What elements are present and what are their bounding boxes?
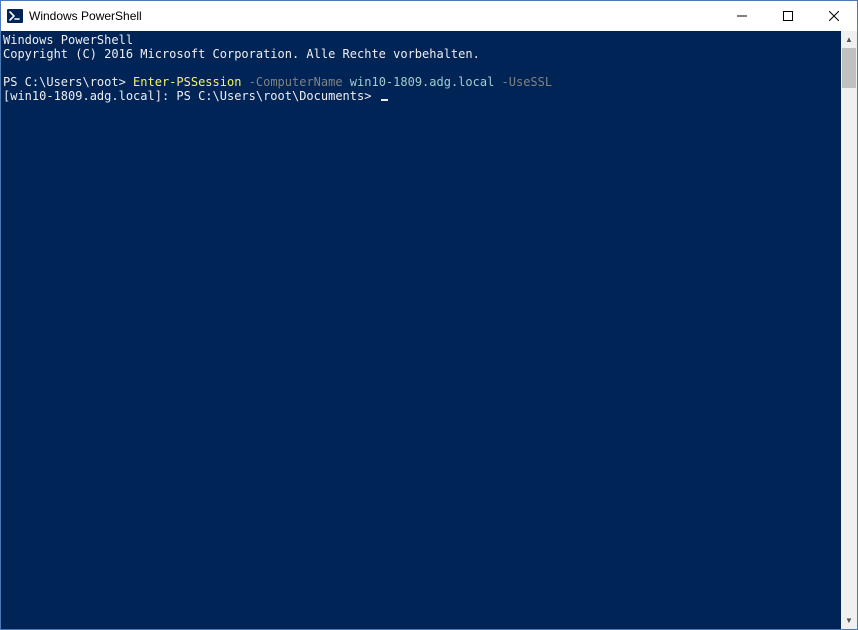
- scroll-thumb[interactable]: [842, 48, 856, 88]
- vertical-scrollbar[interactable]: ▲ ▼: [841, 31, 857, 629]
- remote-prompt: [win10-1809.adg.local]: PS C:\Users\root…: [3, 89, 379, 103]
- powershell-icon: [7, 8, 23, 24]
- param-name: -UseSSL: [494, 75, 552, 89]
- banner-line: Copyright (C) 2016 Microsoft Corporation…: [3, 47, 480, 61]
- scroll-track[interactable]: [841, 48, 857, 612]
- close-button[interactable]: [811, 1, 857, 31]
- maximize-button[interactable]: [765, 1, 811, 31]
- cmdlet-name: Enter-PSSession: [133, 75, 241, 89]
- scroll-down-button[interactable]: ▼: [841, 612, 857, 629]
- console-output[interactable]: Windows PowerShell Copyright (C) 2016 Mi…: [1, 31, 841, 629]
- window-controls: [719, 1, 857, 31]
- param-name: -ComputerName: [241, 75, 349, 89]
- prompt: PS C:\Users\root>: [3, 75, 133, 89]
- console-area: Windows PowerShell Copyright (C) 2016 Mi…: [1, 31, 857, 629]
- param-value: win10-1809.adg.local: [350, 75, 495, 89]
- window-title: Windows PowerShell: [29, 9, 719, 23]
- powershell-window: Windows PowerShell Windows PowerShell Co…: [0, 0, 858, 630]
- banner-line: Windows PowerShell: [3, 33, 133, 47]
- titlebar[interactable]: Windows PowerShell: [1, 1, 857, 31]
- minimize-button[interactable]: [719, 1, 765, 31]
- scroll-up-button[interactable]: ▲: [841, 31, 857, 48]
- cursor: [381, 99, 388, 101]
